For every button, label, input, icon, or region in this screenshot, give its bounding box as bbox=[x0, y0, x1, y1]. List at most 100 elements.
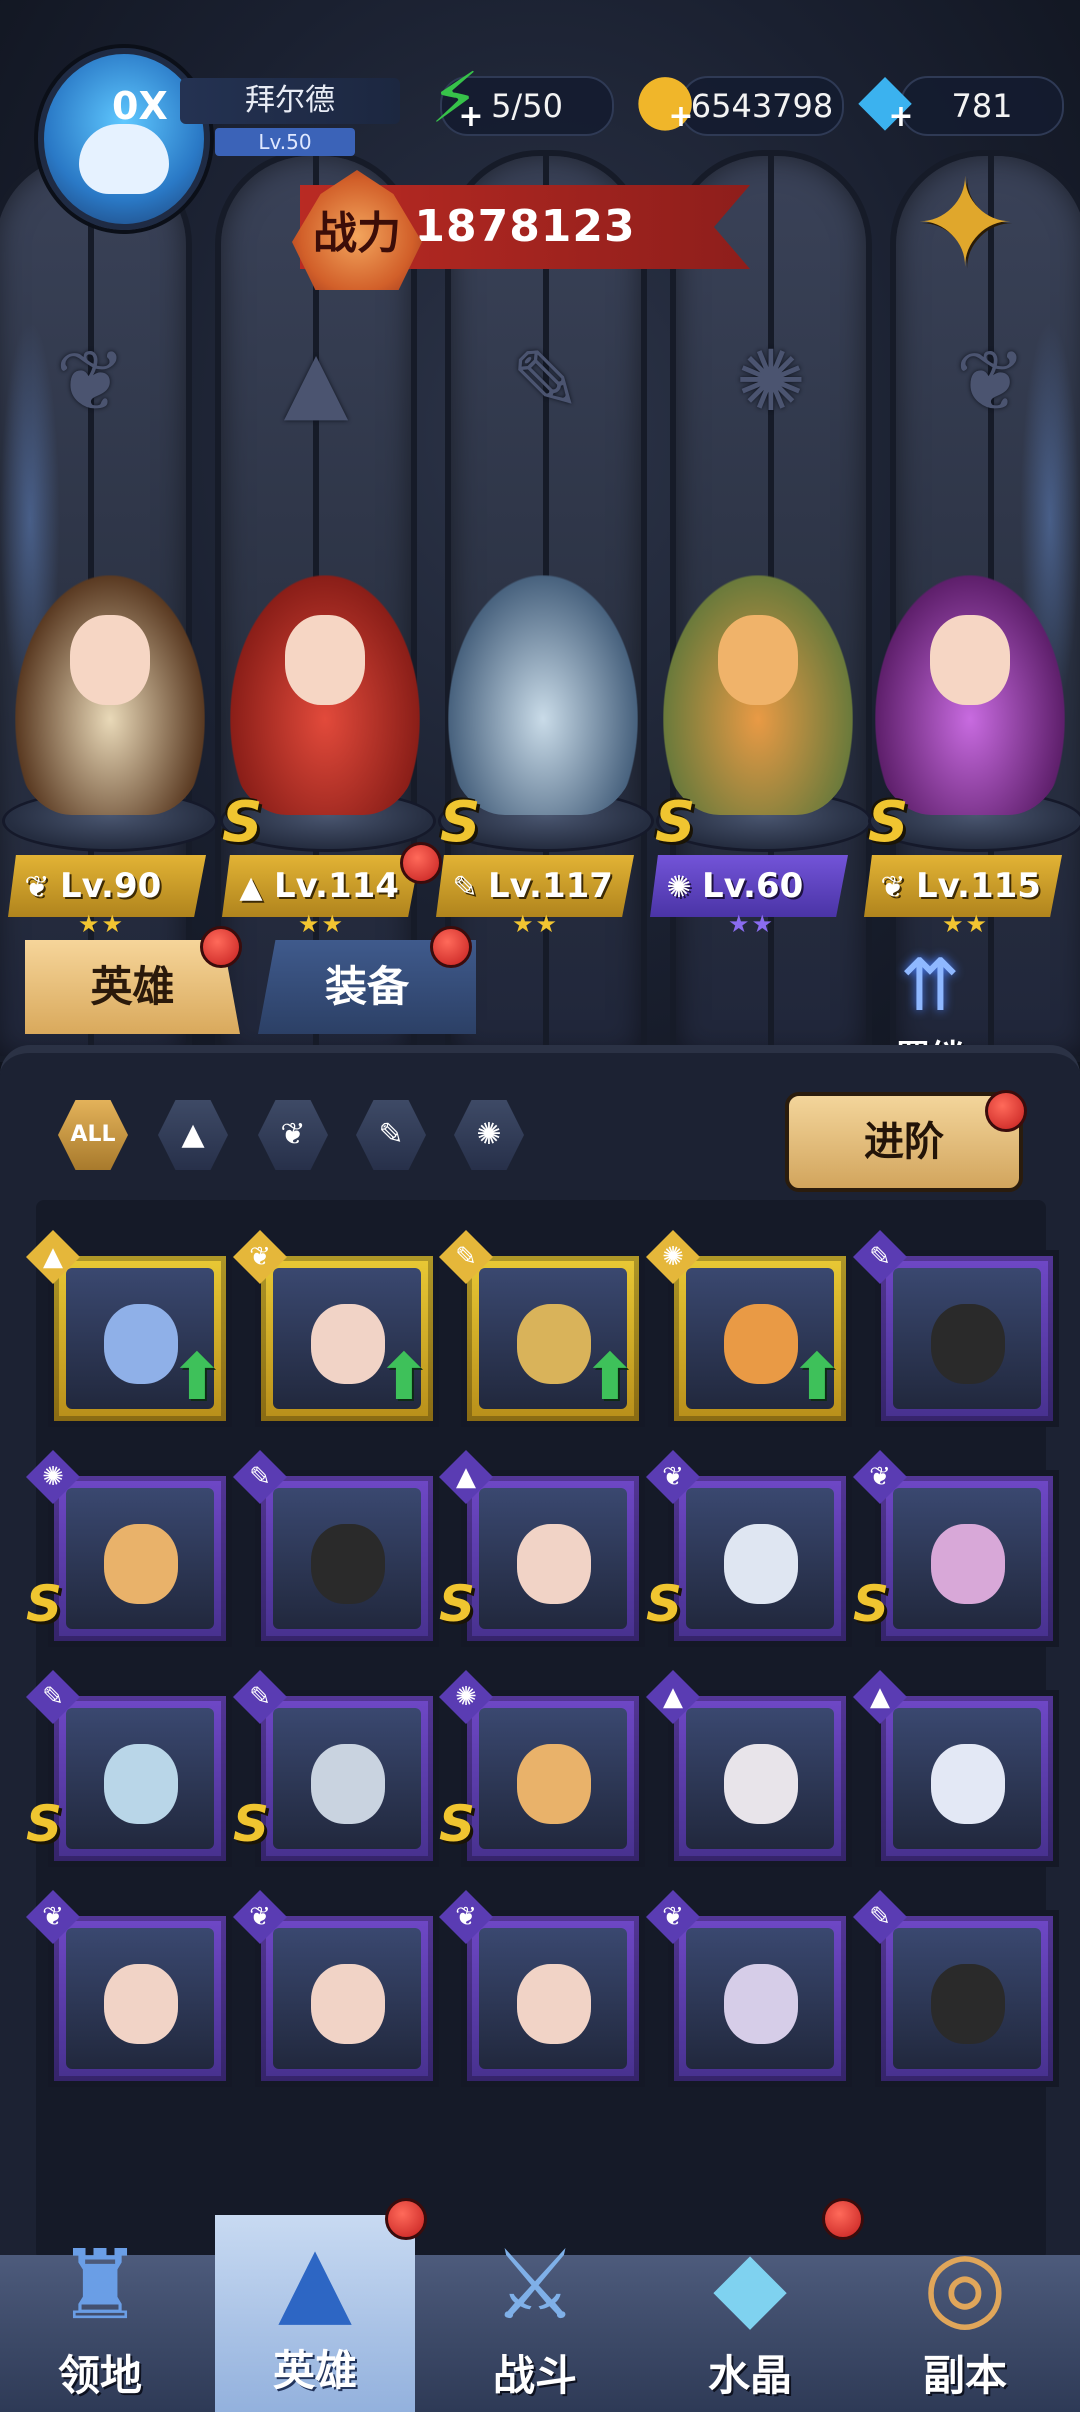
hero-face bbox=[311, 1964, 385, 2044]
notification-dot bbox=[430, 926, 472, 968]
gem-value: 781 bbox=[951, 87, 1013, 125]
beast-icon: ✺ bbox=[735, 332, 807, 430]
hero-card[interactable] bbox=[255, 1690, 439, 1867]
notification-dot bbox=[822, 2198, 864, 2240]
hero-card[interactable] bbox=[48, 1470, 232, 1647]
hero-stars: ★★ bbox=[728, 910, 776, 938]
hero-portrait bbox=[893, 1488, 1041, 1629]
nav-label: 副本 bbox=[922, 2351, 1007, 2400]
hero-card[interactable] bbox=[48, 1910, 232, 2087]
crystal-icon: ◆ bbox=[713, 2229, 787, 2341]
hero-face bbox=[311, 1304, 385, 1384]
rank-s-badge: S bbox=[26, 1795, 63, 1853]
notification-dot bbox=[985, 1090, 1027, 1132]
hero-portrait bbox=[686, 1928, 834, 2069]
hero-mech-spider[interactable] bbox=[448, 575, 638, 815]
hero-portrait bbox=[66, 1708, 214, 1849]
hero-card[interactable] bbox=[875, 1690, 1059, 1867]
player-avatar[interactable]: 0X bbox=[38, 48, 210, 230]
hero-face bbox=[104, 1744, 178, 1824]
notification-dot bbox=[385, 2198, 427, 2240]
hero-face bbox=[517, 1964, 591, 2044]
hero-stars: ★★ bbox=[298, 910, 346, 938]
nav-heroes[interactable]: ▲ 英雄 bbox=[215, 2215, 415, 2412]
hero-level-bar: ❦ Lv.115 bbox=[864, 855, 1062, 917]
hero-card[interactable] bbox=[668, 1690, 852, 1867]
notification-dot bbox=[400, 842, 442, 884]
rank-s-badge: S bbox=[233, 1795, 270, 1853]
portal-icon: ◎ bbox=[923, 2229, 1007, 2341]
wrench-icon: ✎ bbox=[378, 1117, 404, 1152]
hero-face bbox=[931, 1524, 1005, 1604]
hero-portrait bbox=[893, 1708, 1041, 1849]
hero-face bbox=[104, 1304, 178, 1384]
hero-card[interactable] bbox=[461, 1690, 645, 1867]
hero-stars: ★★ bbox=[942, 910, 990, 938]
hero-card[interactable] bbox=[875, 1470, 1059, 1647]
upgrade-arrow-icon: ⬆ bbox=[583, 1341, 637, 1415]
nav-label: 水晶 bbox=[707, 2351, 792, 2400]
hero-card[interactable] bbox=[461, 1910, 645, 2087]
hero-card[interactable] bbox=[255, 1910, 439, 2087]
nav-territory[interactable]: ♜ 领地 bbox=[0, 2220, 200, 2412]
rank-s-badge: S bbox=[440, 790, 481, 855]
hero-level: Lv.90 bbox=[60, 866, 162, 906]
notification-dot bbox=[200, 926, 242, 968]
hero-portrait bbox=[479, 1928, 627, 2069]
nav-crystal[interactable]: ◆ 水晶 bbox=[650, 2220, 850, 2412]
hero-face bbox=[724, 1744, 798, 1824]
avatar-face bbox=[79, 124, 169, 194]
hero-portrait bbox=[66, 1488, 214, 1629]
wrench-icon: ✎ bbox=[452, 870, 478, 905]
hero-portrait bbox=[686, 1708, 834, 1849]
hero-level: Lv.60 bbox=[702, 866, 804, 906]
add-gem-icon[interactable]: + bbox=[888, 102, 914, 132]
hero-level-bar: ▲ Lv.114 bbox=[222, 855, 420, 917]
hero-portrait bbox=[479, 1488, 627, 1629]
wizard-hat-icon: ▲ bbox=[283, 332, 349, 430]
castle-icon: ♜ bbox=[56, 2229, 144, 2341]
hero-portrait bbox=[273, 1488, 421, 1629]
hero-card[interactable] bbox=[461, 1470, 645, 1647]
hero-level-bar: ✺ Lv.60 bbox=[650, 855, 848, 917]
add-energy-icon[interactable]: + bbox=[458, 102, 484, 132]
wizard-hat-icon: ▲ bbox=[239, 870, 263, 905]
hero-card[interactable] bbox=[668, 1910, 852, 2087]
beast-icon: ✺ bbox=[666, 870, 692, 905]
nav-dungeon[interactable]: ◎ 副本 bbox=[865, 2220, 1065, 2412]
bond-arrows-icon: ⇈ bbox=[899, 943, 961, 1027]
nav-battle[interactable]: ⚔ 战斗 bbox=[435, 2220, 635, 2412]
hero-card[interactable] bbox=[668, 1470, 852, 1647]
hero-face bbox=[931, 1744, 1005, 1824]
hero-stars: ★★ bbox=[78, 910, 126, 938]
hero-succubus[interactable] bbox=[875, 575, 1065, 815]
hero-face bbox=[931, 1304, 1005, 1384]
wizard-hat-icon: ▲ bbox=[278, 2224, 352, 2336]
hero-face bbox=[517, 1304, 591, 1384]
hero-card[interactable] bbox=[875, 1250, 1059, 1427]
rank-s-badge: S bbox=[26, 1575, 63, 1633]
nav-label: 领地 bbox=[57, 2351, 142, 2400]
hero-card[interactable] bbox=[875, 1910, 1059, 2087]
hero-face bbox=[724, 1524, 798, 1604]
hero-head bbox=[285, 615, 365, 705]
hero-portrait bbox=[893, 1928, 1041, 2069]
rank-s-badge: S bbox=[655, 790, 696, 855]
hero-athena[interactable] bbox=[15, 575, 205, 815]
hero-face bbox=[104, 1524, 178, 1604]
hero-face bbox=[311, 1524, 385, 1604]
hero-level-bar: ❦ Lv.90 bbox=[8, 855, 206, 917]
wrench-icon: ✎ bbox=[510, 332, 582, 430]
hero-card[interactable] bbox=[48, 1690, 232, 1867]
hero-face bbox=[724, 1964, 798, 2044]
add-gold-icon[interactable]: + bbox=[668, 102, 694, 132]
hero-face bbox=[517, 1744, 591, 1824]
menu-shuriken-icon[interactable]: ✦ bbox=[905, 165, 1025, 285]
hero-card[interactable] bbox=[255, 1470, 439, 1647]
upgrade-arrow-icon: ⬆ bbox=[170, 1341, 224, 1415]
beast-icon: ✺ bbox=[476, 1117, 502, 1152]
player-name: 拜尔德 bbox=[180, 78, 400, 124]
hero-leopard[interactable] bbox=[663, 575, 853, 815]
hero-fire-mage[interactable] bbox=[230, 575, 420, 815]
hero-portrait bbox=[66, 1928, 214, 2069]
